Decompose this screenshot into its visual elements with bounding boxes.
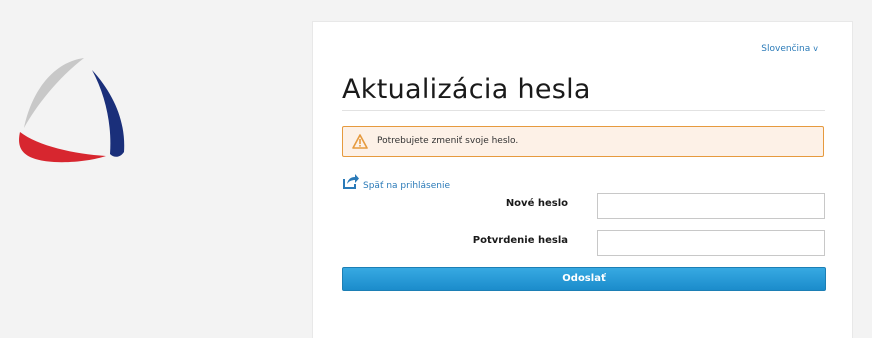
login-panel: Slovenčina v Aktualizácia hesla Potrebuje… <box>312 21 853 338</box>
page-title: Aktualizácia hesla <box>342 74 591 105</box>
back-link-label: Späť na prihlásenie <box>363 181 451 191</box>
confirm-password-field[interactable] <box>597 230 825 256</box>
brand-logo <box>14 50 134 170</box>
warning-alert: Potrebujete zmeniť svoje heslo. <box>342 126 824 157</box>
warning-triangle-icon <box>352 134 368 149</box>
new-password-field[interactable] <box>597 193 825 219</box>
language-label: Slovenčina <box>761 44 811 54</box>
chevron-down-icon: v <box>813 44 818 53</box>
share-arrow-icon <box>343 174 359 189</box>
title-divider <box>342 110 825 111</box>
language-selector[interactable]: Slovenčina v <box>761 44 818 54</box>
confirm-password-label: Potvrdenie hesla <box>472 235 568 246</box>
submit-button[interactable]: Odoslať <box>342 267 826 291</box>
alert-message: Potrebujete zmeniť svoje heslo. <box>377 136 519 146</box>
new-password-label: Nové heslo <box>505 198 568 209</box>
